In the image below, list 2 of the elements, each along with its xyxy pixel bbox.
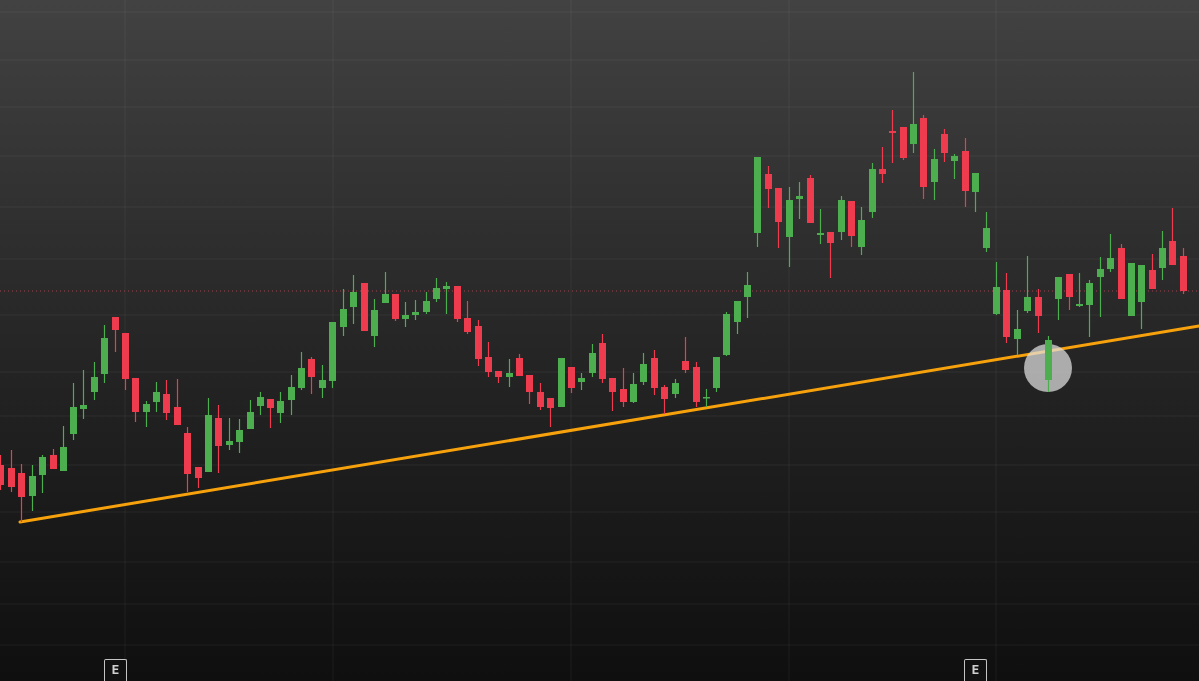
event-marker[interactable]: E <box>964 659 987 681</box>
event-marker[interactable]: E <box>104 659 127 681</box>
